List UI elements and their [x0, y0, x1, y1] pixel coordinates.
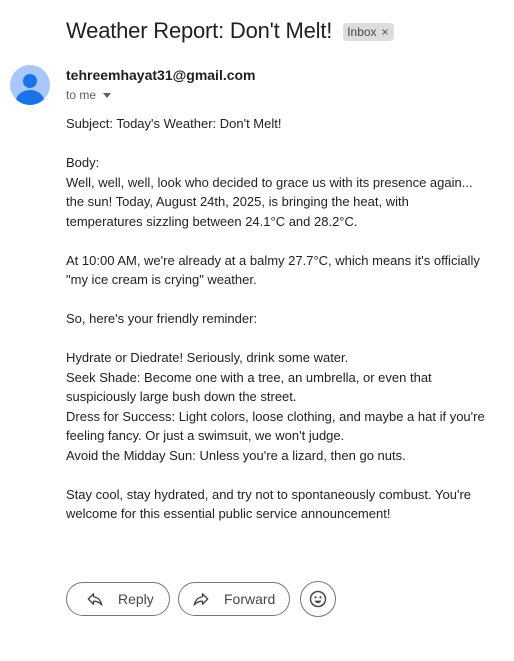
person-avatar-icon: [16, 74, 44, 105]
caret-down-icon[interactable]: [103, 93, 112, 98]
body-closing-paragraph: Stay cool, stay hydrated, and try not to…: [66, 486, 472, 522]
email-subject-title: Weather Report: Don't Melt!: [66, 18, 333, 43]
reply-button[interactable]: Reply: [66, 582, 170, 616]
sender-avatar[interactable]: [10, 65, 50, 105]
body-current-temp-paragraph: At 10:00 AM, we're already at a balmy 27…: [66, 252, 480, 288]
tip-dress: Dress for Success: Light colors, loose c…: [66, 408, 485, 444]
forward-arrow-icon: [193, 593, 209, 606]
body-label: Body:: [66, 155, 100, 170]
body-subject-line: Subject: Today's Weather: Don't Melt!: [66, 116, 282, 131]
body-reminder-intro: So, here's your friendly reminder:: [66, 311, 258, 326]
inbox-label-chip[interactable]: Inbox ×: [343, 23, 394, 41]
smiley-face-icon: [309, 590, 327, 608]
tip-shade: Seek Shade: Become one with a tree, an u…: [66, 369, 432, 405]
reply-label: Reply: [118, 591, 154, 607]
sender-email[interactable]: tehreemhayat31@gmail.com: [66, 67, 256, 83]
remove-label-icon[interactable]: ×: [382, 25, 389, 39]
recipient-row[interactable]: to me: [66, 88, 112, 102]
tip-sun: Avoid the Midday Sun: Unless you're a li…: [66, 447, 406, 463]
recipient-label: to me: [66, 88, 97, 102]
forward-button[interactable]: Forward: [178, 582, 290, 616]
subject-header: Weather Report: Don't Melt! Inbox ×: [66, 18, 394, 44]
emoji-reaction-button[interactable]: [300, 581, 336, 617]
email-body: Subject: Today's Weather: Don't Melt! Bo…: [66, 114, 486, 524]
body-intro-paragraph: Well, well, well, look who decided to gr…: [66, 174, 473, 229]
forward-label: Forward: [224, 591, 276, 607]
tip-hydrate: Hydrate or Diedrate! Seriously, drink so…: [66, 350, 349, 365]
inbox-label-text: Inbox: [347, 25, 377, 39]
reply-arrow-icon: [87, 593, 103, 606]
message-actions: Reply Forward: [66, 581, 336, 617]
